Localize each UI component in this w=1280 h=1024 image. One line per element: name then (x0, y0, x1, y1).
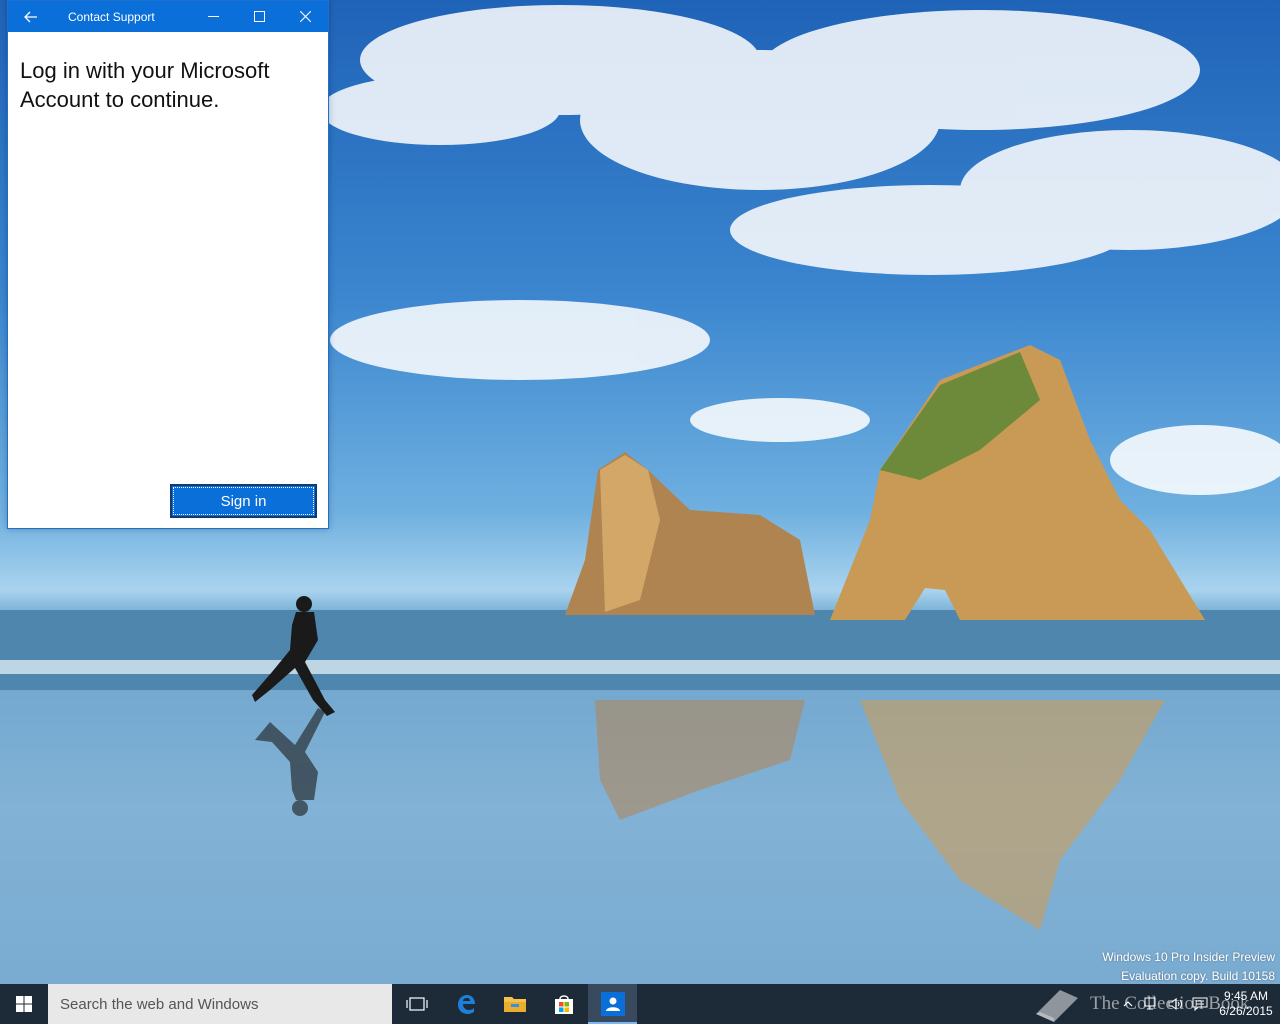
back-button[interactable] (8, 1, 54, 32)
close-icon (299, 11, 311, 22)
start-button[interactable] (0, 984, 48, 1024)
contact-support-taskbar-button[interactable] (588, 984, 637, 1024)
login-prompt-text: Log in with your Microsoft Account to co… (20, 58, 270, 112)
book-icon (1036, 990, 1078, 1022)
clock-date: 6/26/2015 (1219, 1004, 1273, 1018)
maximize-button[interactable] (236, 1, 282, 32)
window-controls (190, 1, 328, 32)
search-box[interactable]: Search the web and Windows (48, 984, 392, 1024)
close-button[interactable] (282, 1, 328, 32)
window-content: Log in with your Microsoft Account to co… (8, 32, 328, 114)
taskbar-clock[interactable]: 9:45 AM 6/26/2015 (1212, 989, 1280, 1019)
minimize-button[interactable] (190, 1, 236, 32)
search-placeholder: Search the web and Windows (60, 995, 259, 1013)
chevron-up-icon (1123, 1001, 1133, 1007)
back-icon (24, 11, 37, 22)
taskbar: Search the web and Windows The Collectio… (0, 984, 1280, 1024)
volume-button[interactable] (1164, 984, 1188, 1024)
windows-build-watermark: Windows 10 Pro Insider Preview Evaluatio… (1102, 948, 1275, 986)
network-icon (1144, 997, 1156, 1010)
task-view-icon (405, 997, 428, 1011)
window-titlebar[interactable]: Contact Support (8, 1, 328, 32)
action-center-icon (1192, 997, 1208, 1011)
store-button[interactable] (539, 984, 588, 1024)
show-hidden-icons-button[interactable] (1116, 984, 1140, 1024)
network-button[interactable] (1140, 984, 1164, 1024)
action-center-button[interactable] (1188, 984, 1212, 1024)
file-explorer-button[interactable] (490, 984, 539, 1024)
contact-support-window: Contact Support Log in with your Microso… (7, 0, 329, 529)
edge-button[interactable] (441, 984, 490, 1024)
clock-time: 9:45 AM (1223, 989, 1269, 1003)
contact-support-icon (600, 992, 625, 1016)
windows-logo-icon (16, 996, 32, 1012)
window-title: Contact Support (68, 9, 155, 24)
sign-in-button[interactable]: Sign in (170, 484, 317, 518)
task-view-button[interactable] (392, 984, 441, 1024)
volume-icon (1168, 998, 1182, 1010)
system-tray: 9:45 AM 6/26/2015 (1116, 984, 1280, 1024)
watermark-edition: Windows 10 Pro Insider Preview (1102, 950, 1275, 964)
file-explorer-icon (503, 997, 526, 1012)
store-icon (554, 995, 573, 1014)
edge-icon (457, 995, 475, 1014)
maximize-icon (253, 11, 265, 22)
minimize-icon (207, 16, 219, 17)
